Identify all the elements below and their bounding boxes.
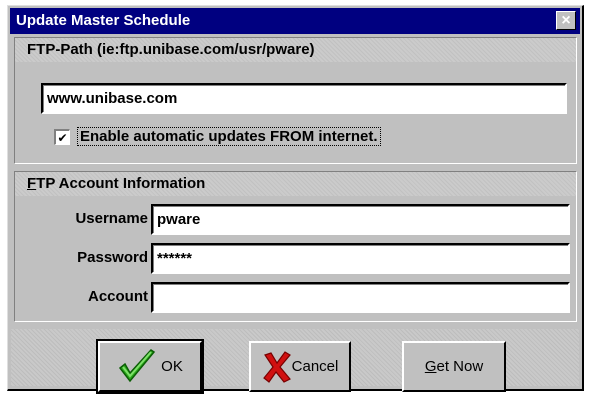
button-bar: OK Cancel Get Now	[11, 329, 579, 394]
ok-button[interactable]: OK	[96, 339, 204, 394]
close-button[interactable]: ×	[556, 11, 576, 30]
ftp-path-header: FTP-Path (ie:ftp.unibase.com/usr/pware)	[15, 38, 576, 62]
username-label: Username	[75, 210, 148, 227]
checkmark-icon: ✔	[57, 130, 68, 145]
green-check-icon	[117, 348, 157, 385]
title-bar[interactable]: Update Master Schedule ×	[10, 8, 580, 34]
red-x-icon	[262, 350, 292, 383]
ftp-account-header: FTP Account Information	[15, 172, 576, 196]
account-input[interactable]	[151, 282, 570, 313]
cancel-button[interactable]: Cancel	[249, 341, 351, 392]
get-now-text: et Now	[436, 358, 484, 375]
get-now-accesskey: G	[424, 358, 437, 375]
ftp-account-header-accesskey: F	[27, 175, 37, 192]
password-label: Password	[77, 249, 148, 266]
enable-updates-checkbox[interactable]: ✔	[54, 129, 70, 145]
enable-updates-label[interactable]: Enable automatic updates FROM internet.	[77, 127, 381, 146]
get-now-button[interactable]: Get Now	[402, 341, 506, 392]
account-label: Account	[88, 288, 148, 305]
ftp-account-panel: FTP Account Information Username Passwor…	[14, 171, 577, 322]
close-icon: ×	[561, 11, 571, 29]
get-now-label: Get Now	[425, 358, 483, 375]
update-master-schedule-dialog: Update Master Schedule × FTP-Path (ie:ft…	[7, 5, 584, 394]
ok-label: OK	[161, 358, 183, 375]
username-input[interactable]	[151, 204, 570, 235]
cancel-label: Cancel	[291, 358, 339, 375]
ftp-path-input[interactable]	[41, 83, 567, 114]
ftp-account-header-text: TP Account Information	[36, 175, 206, 192]
window-title: Update Master Schedule	[16, 12, 191, 29]
password-input[interactable]	[151, 243, 570, 274]
ftp-path-panel: FTP-Path (ie:ftp.unibase.com/usr/pware) …	[14, 37, 577, 164]
